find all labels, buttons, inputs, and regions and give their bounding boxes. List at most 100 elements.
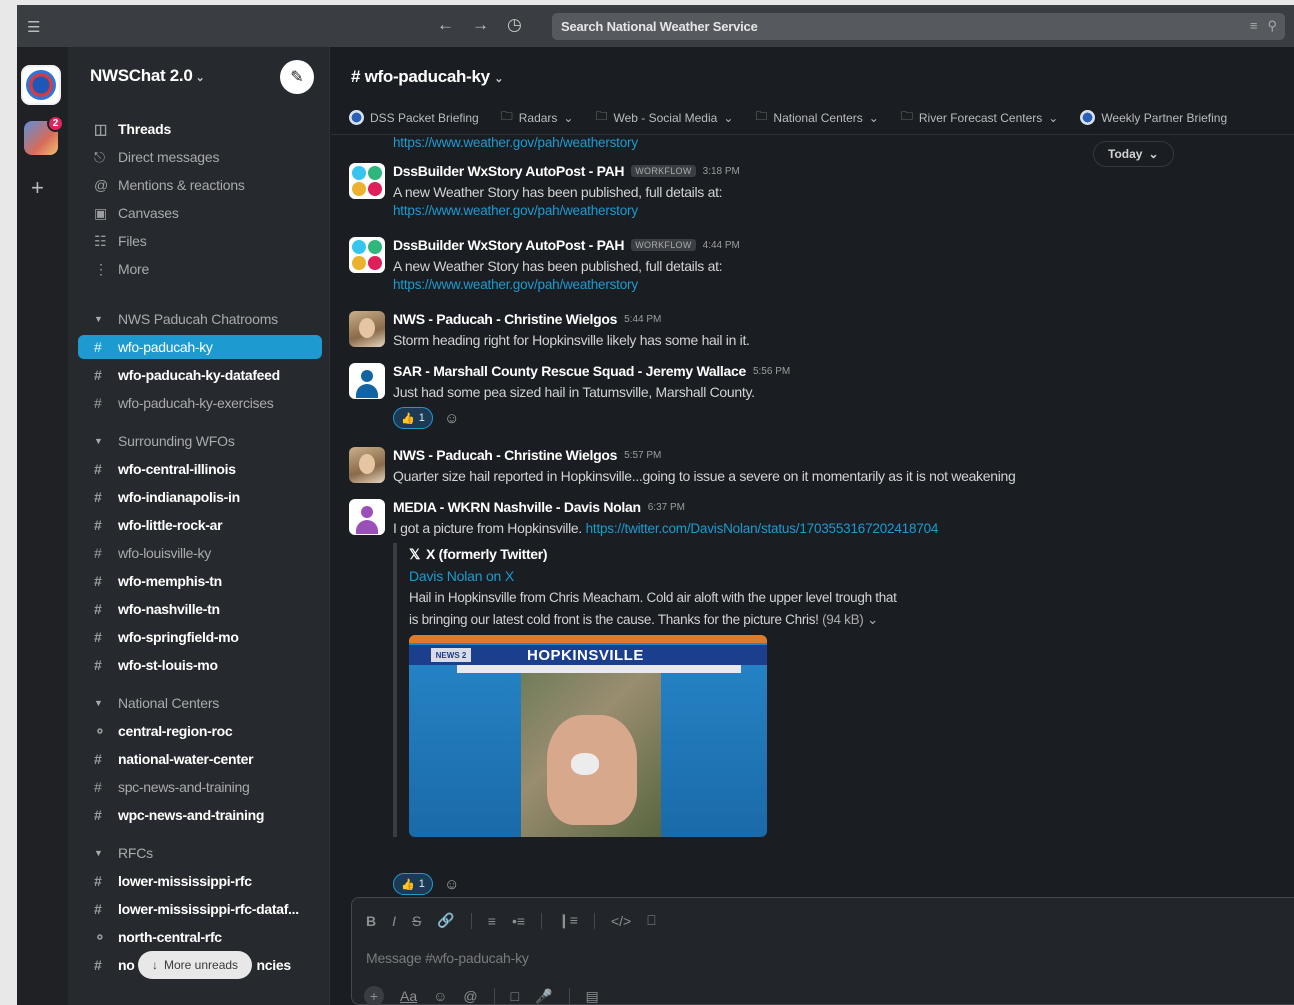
sidebar-channel-north-central-rfc[interactable]: ⚬ north-central-rfc [94,925,222,949]
workspace-secondary-icon[interactable]: 2 [24,115,64,155]
blockquote-icon[interactable]: ❙≡ [558,912,578,929]
chevron-down-icon[interactable]: ⌄ [867,612,878,627]
sidebar-channel-national-water-center[interactable]: # national-water-center [94,747,254,771]
threads-icon: ◫ [94,120,108,137]
message-link[interactable]: https://www.weather.gov/pah/weatherstory [393,277,1274,292]
message-time[interactable]: 5:57 PM [624,450,661,461]
code-icon[interactable]: </> [611,913,631,929]
thumbs-up-icon: 👍 [401,878,415,891]
message-author[interactable]: DssBuilder WxStory AutoPost - PAH [393,237,625,253]
bookmark-weekly-partner-briefing[interactable]: Weekly Partner Briefing [1080,110,1227,125]
attach-plus-icon[interactable]: + [364,986,384,1005]
bold-icon[interactable]: B [366,913,376,929]
section-header-rfcs[interactable]: ▼ RFCs [94,842,153,864]
message-time[interactable]: 5:44 PM [624,314,661,325]
preview-image[interactable]: NEWS 2 HOPKINSVILLE [409,635,767,837]
add-reaction-button[interactable]: ☺ [441,407,463,429]
link-icon[interactable]: 🔗 [437,912,454,929]
menu-icon[interactable]: ☰ [27,18,40,36]
message-input[interactable]: Message #wfo-paducah-ky [366,950,529,966]
ordered-list-icon[interactable]: ≡ [488,913,496,929]
italic-icon[interactable]: I [392,913,396,929]
sidebar-item-more[interactable]: ⋮ More [94,257,149,281]
reaction-thumbs-up[interactable]: 👍 1 [393,407,433,429]
section-header-national-centers[interactable]: ▼ National Centers [94,692,219,714]
search-bar[interactable]: Search National Weather Service ≡ ⚲ [552,13,1285,40]
sidebar-item-direct-messages[interactable]: ⎋ Direct messages [94,145,219,169]
message-author[interactable]: DssBuilder WxStory AutoPost - PAH [393,163,625,179]
preview-title[interactable]: Davis Nolan on X [409,565,989,587]
sidebar-channel-wfo-memphis-tn[interactable]: # wfo-memphis-tn [94,569,222,593]
sidebar-channel-wfo-nashville-tn[interactable]: # wfo-nashville-tn [94,597,220,621]
sidebar-channel-lower-mississippi-rfc[interactable]: # lower-mississippi-rfc [94,869,252,893]
message-author[interactable]: SAR - Marshall County Rescue Squad - Jer… [393,363,746,379]
compose-button[interactable]: ✎ [280,60,314,94]
history-clock-icon[interactable]: ◷ [507,15,522,35]
chevron-down-icon: ⌄ [1048,110,1059,125]
sidebar-channel-wpc-news-and-training[interactable]: # wpc-news-and-training [94,803,264,827]
video-icon[interactable]: □ [511,988,519,1004]
add-workspace-icon[interactable]: + [31,175,44,201]
reaction-thumbs-up[interactable]: 👍 1 [393,873,433,895]
bookmark-river-forecast-centers[interactable]: 🗀 River Forecast Centers ⌄ [901,107,1058,128]
bookmark-radars[interactable]: 🗀 Radars ⌄ [501,107,574,128]
top-bar: ☰ ← → ◷ Search National Weather Service … [17,5,1294,47]
sidebar-channel-wfo-little-rock-ar[interactable]: # wfo-little-rock-ar [94,513,223,537]
sidebar-item-threads[interactable]: ◫ Threads [94,117,171,141]
avatar[interactable] [349,311,385,347]
bookmark-web-social-media[interactable]: 🗀 Web - Social Media ⌄ [595,107,733,128]
message-time[interactable]: 5:56 PM [753,366,790,377]
sidebar-channel-lower-mississippi-rfc-datafeed[interactable]: # lower-mississippi-rfc-dataf... [94,897,299,921]
message-link[interactable]: https://twitter.com/DavisNolan/status/17… [586,521,939,536]
avatar[interactable] [349,363,385,399]
sidebar-channel-wfo-indianapolis-in[interactable]: # wfo-indianapolis-in [94,485,240,509]
search-icon[interactable]: ⚲ [1267,18,1277,34]
microphone-icon[interactable]: 🎤 [535,988,552,1005]
message-author[interactable]: NWS - Paducah - Christine Wielgos [393,311,617,327]
back-arrow-icon[interactable]: ← [437,15,454,35]
sidebar-channel-wfo-central-illinois[interactable]: # wfo-central-illinois [94,457,236,481]
emoji-icon[interactable]: ☺ [433,988,447,1004]
sidebar-item-canvases[interactable]: ▣ Canvases [94,201,179,225]
avatar[interactable] [349,447,385,483]
message-time[interactable]: 3:18 PM [703,166,740,177]
sidebar-channel-wfo-springfield-mo[interactable]: # wfo-springfield-mo [94,625,239,649]
hash-icon: # [94,461,102,477]
code-block-icon[interactable]: ⎕ [647,912,655,929]
message-author[interactable]: NWS - Paducah - Christine Wielgos [393,447,617,463]
section-header-paducah[interactable]: ▼ NWS Paducah Chatrooms [94,308,278,330]
formatting-icon[interactable]: Aa [400,988,417,1004]
message-link[interactable]: https://www.weather.gov/pah/weatherstory [393,135,638,150]
sidebar-channel-wfo-st-louis-mo[interactable]: # wfo-st-louis-mo [94,653,218,677]
message-author[interactable]: MEDIA - WKRN Nashville - Davis Nolan [393,499,641,515]
workspace-nws-icon[interactable] [21,65,61,105]
workspace-name[interactable]: NWSChat 2.0 ⌄ [90,66,205,86]
strikethrough-icon[interactable]: S [412,913,421,929]
message-time[interactable]: 4:44 PM [703,240,740,251]
sidebar-channel-spc-news-and-training[interactable]: # spc-news-and-training [94,775,250,799]
more-unreads-button[interactable]: ↓ More unreads [138,951,253,979]
filter-icon[interactable]: ≡ [1250,18,1258,34]
sidebar-channel-wfo-paducah-ky-exercises[interactable]: # wfo-paducah-ky-exercises [94,391,274,415]
section-header-surrounding-wfos[interactable]: ▼ Surrounding WFOs [94,430,235,452]
sidebar-channel-wfo-louisville-ky[interactable]: # wfo-louisville-ky [94,541,211,565]
channel-title[interactable]: # wfo-paducah-ky ⌄ [351,67,503,87]
bookmark-dss-packet-briefing[interactable]: DSS Packet Briefing [349,110,479,125]
avatar[interactable] [349,237,385,273]
sidebar-item-mentions[interactable]: @ Mentions & reactions [94,173,245,197]
sidebar-channel-central-region-roc[interactable]: ⚬ central-region-roc [94,719,233,743]
sidebar-channel-wfo-paducah-ky-datafeed[interactable]: # wfo-paducah-ky-datafeed [94,363,280,387]
add-reaction-button[interactable]: ☺ [441,873,463,895]
sidebar-channel-wfo-paducah-ky[interactable]: # wfo-paducah-ky [78,335,322,359]
avatar[interactable] [349,163,385,199]
message-link[interactable]: https://www.weather.gov/pah/weatherstory [393,203,1274,218]
message-time[interactable]: 6:37 PM [648,502,685,513]
slash-command-icon[interactable]: ▤ [586,988,599,1005]
date-divider-button[interactable]: Today ⌄ [1093,141,1174,167]
avatar[interactable] [349,499,385,535]
bulleted-list-icon[interactable]: •≡ [512,913,525,929]
mention-icon[interactable]: @ [463,988,477,1004]
forward-arrow-icon[interactable]: → [472,15,489,35]
bookmark-national-centers[interactable]: 🗀 National Centers ⌄ [755,107,878,128]
sidebar-item-files[interactable]: ☷ Files [94,229,147,253]
